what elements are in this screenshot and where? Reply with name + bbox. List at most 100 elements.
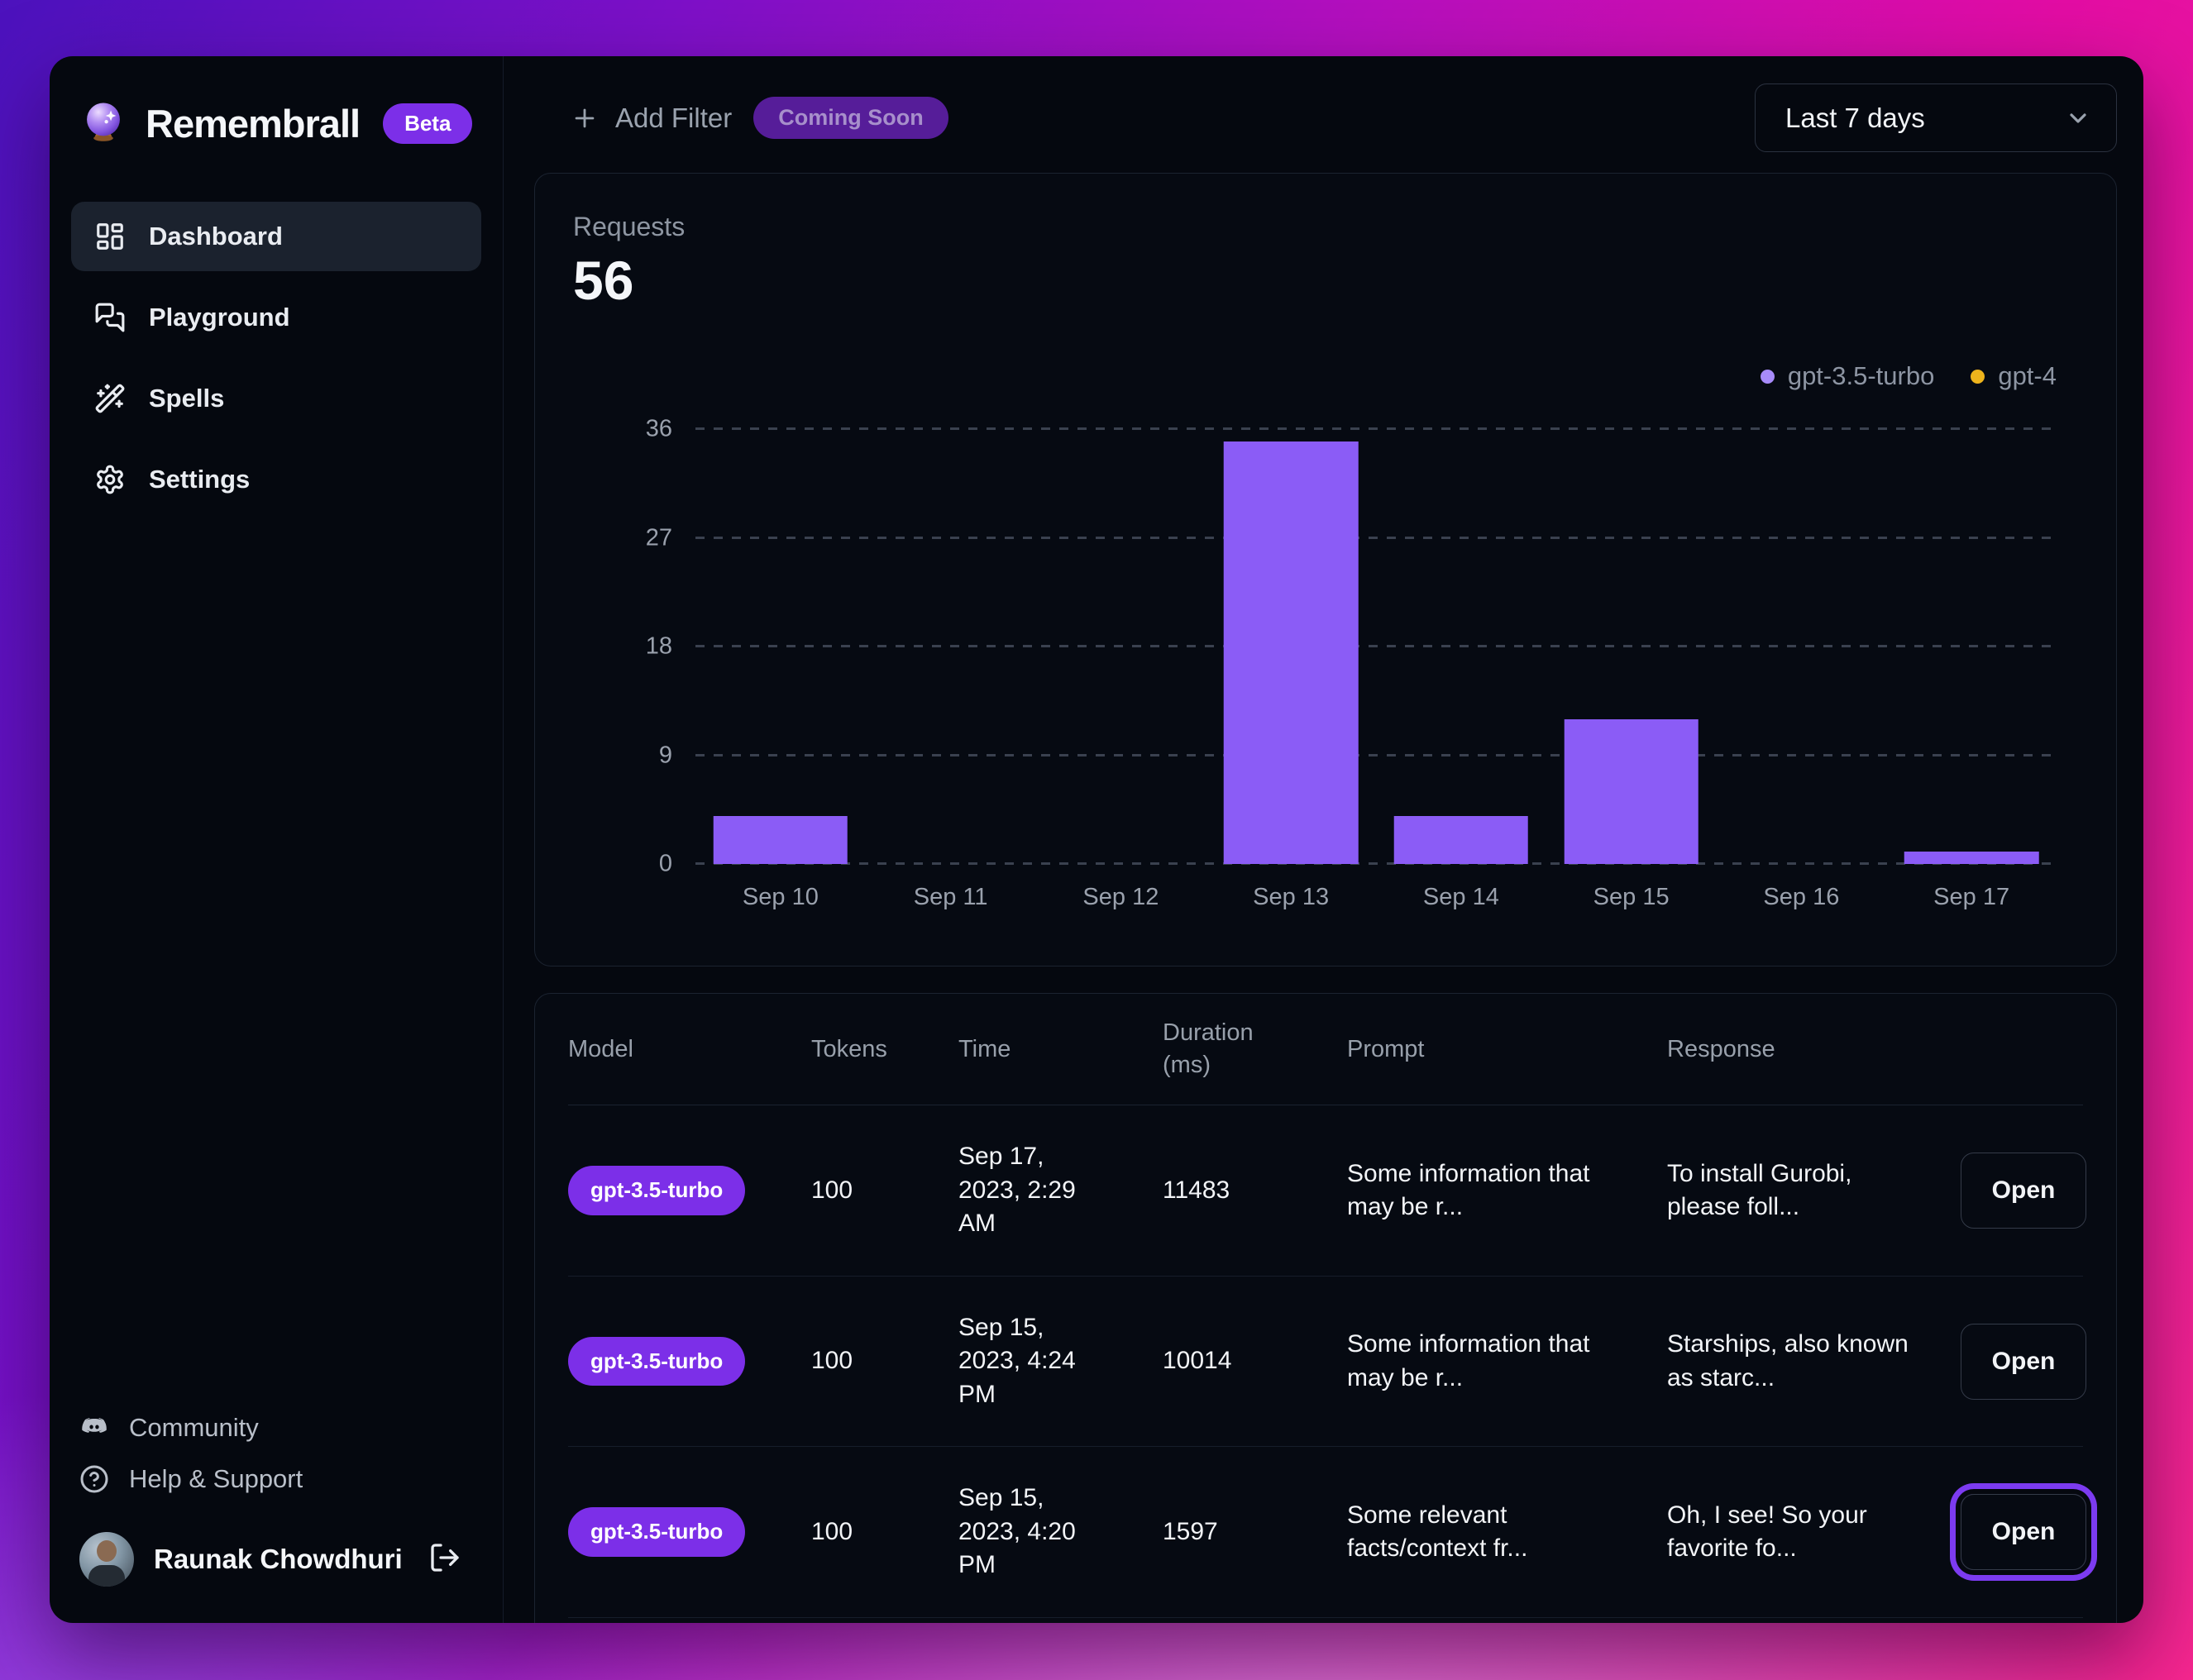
- duration-cell: 11483: [1163, 1176, 1230, 1204]
- response-cell: To install Gurobi, please foll...: [1667, 1159, 1852, 1221]
- plot-area: 0 9 18 27 36: [573, 416, 2057, 877]
- bar-gpt-3.5-turbo-Sep 15[interactable]: [1564, 718, 1698, 864]
- tokens-cell: 100: [811, 1347, 853, 1375]
- x-tick-label: Sep 12: [1082, 884, 1159, 910]
- x-tick-label: Sep 16: [1763, 884, 1840, 910]
- sidebar-item-label: Settings: [149, 465, 251, 494]
- x-tick-label: Sep 13: [1253, 884, 1330, 910]
- logout-button[interactable]: [428, 1541, 461, 1578]
- response-cell: Oh, I see! So your favorite fo...: [1667, 1501, 1867, 1563]
- x-tick-label: Sep 17: [1933, 884, 2010, 910]
- col-header-time: Time: [958, 1035, 1011, 1062]
- bar-slot-Sep 10: [695, 429, 866, 864]
- open-button[interactable]: Open: [1961, 1153, 2086, 1229]
- response-cell: Starships, also known as starc...: [1667, 1330, 1909, 1391]
- bar-gpt-3.5-turbo-Sep 14[interactable]: [1393, 815, 1529, 864]
- table-row: gpt-3.5-turbo 100 Sep 15, 2023, 4:24 PM …: [568, 1277, 2086, 1448]
- time-cell: Sep 17, 2023, 2:29 AM: [958, 1143, 1076, 1238]
- sidebar-item-settings[interactable]: Settings: [71, 445, 481, 514]
- chart-title: Requests: [573, 212, 686, 241]
- help-support-link[interactable]: Help & Support: [79, 1464, 481, 1494]
- add-filter-button[interactable]: Add Filter: [571, 103, 732, 134]
- bar-plot: [695, 427, 2057, 865]
- legend-item-gpt-3.5-turbo: gpt-3.5-turbo: [1760, 361, 1935, 391]
- app-title: Remembrall: [146, 101, 361, 146]
- prompt-cell: Some information that may be r...: [1347, 1159, 1590, 1221]
- chevron-down-icon: [2070, 112, 2086, 123]
- app-window: Remembrall Beta Dashboard Playground Spe…: [50, 56, 2143, 1623]
- user-avatar[interactable]: [79, 1532, 134, 1587]
- community-label: Community: [129, 1413, 259, 1442]
- chat-bubbles-icon: [95, 303, 125, 332]
- chart-legend: gpt-3.5-turbo gpt-4: [573, 360, 2057, 393]
- legend-item-gpt-4: gpt-4: [1971, 361, 2057, 391]
- sidebar-item-playground[interactable]: Playground: [71, 283, 481, 352]
- y-axis: 0 9 18 27 36: [573, 416, 672, 877]
- col-header-duration: Duration (ms): [1163, 1019, 1254, 1079]
- legend-label: gpt-4: [1998, 361, 2057, 390]
- tokens-cell: 100: [811, 1517, 853, 1545]
- model-badge: gpt-3.5-turbo: [568, 1166, 746, 1215]
- time-cell: Sep 15, 2023, 4:24 PM: [958, 1313, 1076, 1408]
- bar-gpt-3.5-turbo-Sep 13[interactable]: [1223, 441, 1359, 864]
- y-tick-label: 27: [645, 524, 672, 551]
- prompt-cell: Some information that may be r...: [1347, 1330, 1590, 1391]
- x-tick-label: Sep 10: [742, 884, 819, 910]
- legend-dot: [1760, 369, 1775, 384]
- x-tick-label: Sep 11: [913, 884, 988, 910]
- bar-slot-Sep 16: [1717, 429, 1887, 864]
- prompt-cell: Some relevant facts/context fr...: [1347, 1501, 1528, 1563]
- y-tick-label: 18: [645, 632, 672, 660]
- user-name: Raunak Chowdhuri: [154, 1544, 403, 1574]
- duration-cell: 10014: [1163, 1347, 1232, 1375]
- y-tick-label: 9: [658, 742, 672, 768]
- bar-gpt-3.5-turbo-Sep 17[interactable]: [1904, 852, 2039, 864]
- date-range-select[interactable]: Last 7 days: [1755, 84, 2117, 152]
- user-row: Raunak Chowdhuri: [71, 1532, 481, 1587]
- bar-slot-Sep 13: [1206, 429, 1376, 864]
- tokens-cell: 100: [811, 1176, 853, 1204]
- col-header-response: Response: [1667, 1035, 1775, 1062]
- gear-icon: [97, 465, 123, 494]
- magic-wand-icon: [95, 384, 125, 413]
- bar-slot-Sep 12: [1036, 429, 1206, 864]
- x-axis: Sep 10 Sep 11 Sep 12 Sep 13 Sep 14 Sep 15 Sep …: [695, 884, 2057, 911]
- table-header: Model Tokens Time Duration (ms) Prompt R…: [568, 994, 2083, 1106]
- sidebar-item-label: Playground: [149, 303, 290, 332]
- table-row: gpt-3.5-turbo 100 Sep 17, 2023, 2:29 AM …: [568, 1105, 2086, 1277]
- bars: [695, 429, 2057, 864]
- legend-label: gpt-3.5-turbo: [1787, 361, 1935, 390]
- requests-total: 56: [573, 250, 634, 311]
- beta-badge: Beta: [383, 103, 473, 144]
- add-filter-label: Add Filter: [615, 102, 733, 133]
- coming-soon-badge: Coming Soon: [753, 97, 948, 139]
- table-row: gpt-3.5-turbo 100 Sep 15, 2023, 4:20 PM …: [568, 1447, 2086, 1618]
- table-row-partial: [568, 1618, 2083, 1623]
- y-tick-label: 36: [645, 415, 672, 442]
- sidebar-item-spells[interactable]: Spells: [71, 364, 481, 433]
- sidebar-nav: Dashboard Playground Spells Settings: [71, 202, 481, 514]
- x-tick-label: Sep 14: [1422, 884, 1499, 910]
- requests-chart-card: Requests 56 gpt-3.5-turbo gpt-4 0 9 18 27 36 …: [534, 173, 2117, 966]
- model-badge: gpt-3.5-turbo: [568, 1336, 746, 1386]
- discord-icon: [82, 1418, 107, 1433]
- sidebar-item-label: Spells: [149, 384, 225, 413]
- help-support-label: Help & Support: [129, 1464, 303, 1493]
- sidebar: Remembrall Beta Dashboard Playground Spe…: [50, 56, 504, 1623]
- bar-slot-Sep 14: [1376, 429, 1546, 864]
- help-circle-icon: [80, 1465, 108, 1493]
- date-range-value: Last 7 days: [1785, 102, 1925, 133]
- bar-slot-Sep 17: [1886, 429, 2057, 864]
- bar-gpt-3.5-turbo-Sep 10[interactable]: [713, 815, 848, 864]
- model-badge: gpt-3.5-turbo: [568, 1507, 746, 1557]
- legend-dot: [1971, 369, 1985, 384]
- toolbar: Add Filter Coming Soon Last 7 days: [534, 84, 2117, 152]
- open-button[interactable]: Open: [1961, 1323, 2086, 1400]
- open-button-focused[interactable]: Open: [1961, 1494, 2086, 1571]
- community-link[interactable]: Community: [79, 1413, 481, 1443]
- sidebar-item-dashboard[interactable]: Dashboard: [71, 202, 481, 271]
- col-header-prompt: Prompt: [1347, 1035, 1425, 1062]
- bar-slot-Sep 15: [1546, 429, 1717, 864]
- col-header-model: Model: [568, 1035, 633, 1062]
